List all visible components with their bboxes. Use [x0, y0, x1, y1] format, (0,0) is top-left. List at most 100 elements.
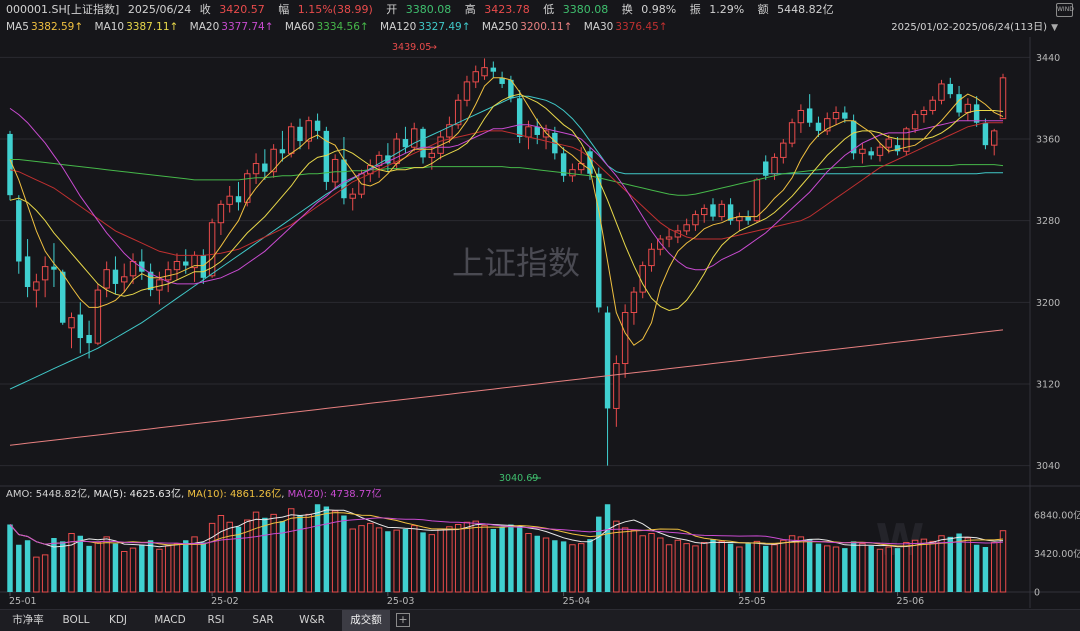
- candle-body: [990, 130, 998, 146]
- volume-bar: [885, 546, 892, 593]
- ma250-label: MA250: [481, 21, 519, 33]
- candle: [692, 210, 699, 231]
- candle-body: [235, 196, 242, 203]
- amo-ma5-label: MA(5):: [93, 489, 127, 500]
- volume-bar: [287, 508, 295, 593]
- candle-body: [24, 256, 31, 288]
- candle: [718, 200, 726, 221]
- close-value: 3420.57: [219, 3, 265, 16]
- candle-body: [630, 291, 638, 314]
- amount-label: 额: [757, 3, 769, 16]
- high-annotation: 3439.05: [392, 42, 431, 53]
- candle: [745, 210, 751, 225]
- volume-bar: [657, 537, 664, 593]
- candle: [463, 75, 471, 107]
- volume-bar: [876, 548, 884, 593]
- volume-bar: [973, 544, 980, 592]
- tab-boll[interactable]: BOLL: [56, 610, 96, 631]
- volume-bar: [842, 548, 848, 592]
- open-value: 3380.08: [405, 3, 452, 16]
- candle: [596, 167, 602, 313]
- candle-body: [596, 173, 602, 308]
- candle-body: [200, 255, 207, 278]
- close-label: 收: [199, 3, 211, 16]
- candle: [41, 256, 49, 298]
- volume-bar: [621, 527, 629, 593]
- change-value: 1.15%(38.99): [297, 3, 373, 16]
- volume-bar: [349, 528, 356, 593]
- volume-bar: [753, 540, 761, 593]
- candle: [999, 73, 1007, 120]
- candle: [938, 79, 945, 105]
- date-tick-label: 25-05: [738, 596, 766, 607]
- wind-logo-icon[interactable]: WIND: [1056, 3, 1074, 17]
- open-label: 开: [386, 3, 398, 16]
- ma30-label: MA30: [583, 21, 614, 33]
- candle: [763, 155, 769, 180]
- volume-bar: [323, 506, 330, 592]
- candle-body: [999, 77, 1007, 120]
- volume-bar: [613, 520, 620, 593]
- ma250-line: [9, 329, 1004, 446]
- volume-bar: [129, 547, 137, 593]
- volume-bar: [139, 544, 145, 592]
- volume-bar: [763, 545, 769, 592]
- amo-value: 5448.82亿: [35, 489, 88, 500]
- volume-ma10-line: [9, 512, 1004, 547]
- candle-body: [121, 276, 128, 283]
- tab-rsi[interactable]: RSI: [200, 610, 232, 631]
- tab-pb[interactable]: 市净率: [2, 610, 54, 631]
- volume-bar: [490, 529, 497, 592]
- volume-bar: [402, 529, 409, 592]
- candle-body: [745, 216, 751, 221]
- volume-bar: [692, 545, 699, 593]
- candle: [621, 304, 629, 378]
- volume-bar: [911, 539, 919, 593]
- volume-bar: [648, 533, 655, 593]
- amo-ma20-value: 4738.77亿: [330, 489, 382, 500]
- candle: [121, 263, 128, 293]
- candle: [60, 269, 66, 325]
- tab-turnover[interactable]: 成交额: [342, 610, 390, 631]
- volume-bar: [314, 504, 321, 592]
- volume-bar: [665, 544, 673, 593]
- tab-kdj[interactable]: KDJ: [100, 610, 136, 631]
- volume-bar: [868, 545, 874, 592]
- volume-bar: [569, 544, 576, 593]
- add-tab-icon[interactable]: +: [396, 613, 410, 627]
- candle-body: [331, 158, 339, 183]
- volume-bar: [226, 521, 233, 593]
- volume-bar: [24, 540, 31, 592]
- kline-chart[interactable]: 上证指数 W 344033603280320031203040 6840.00亿…: [0, 0, 1080, 631]
- volume-bar: [577, 543, 585, 593]
- tab-macd[interactable]: MACD: [148, 610, 192, 631]
- candle: [472, 65, 479, 89]
- indicator-tabs: 市净率 BOLL KDJ MACD RSI SAR W&R 成交额 +: [0, 609, 1080, 631]
- volume-bar: [235, 526, 242, 592]
- volume-bar: [367, 522, 374, 593]
- volume-bar: [385, 531, 391, 592]
- volume-bar: [252, 511, 260, 593]
- volume-bar: [428, 534, 436, 593]
- volume-bar: [542, 537, 550, 593]
- candle: [147, 263, 154, 297]
- volume-bars: [7, 504, 1007, 593]
- candle-body: [665, 236, 673, 240]
- volume-bar: [516, 525, 523, 592]
- candle: [331, 154, 339, 189]
- tab-sar[interactable]: SAR: [246, 610, 280, 631]
- candle: [604, 306, 611, 466]
- candle-body: [780, 142, 787, 158]
- candle: [297, 118, 303, 150]
- tab-wr[interactable]: W&R: [292, 610, 332, 631]
- date-tick-label: 25-04: [563, 596, 591, 607]
- volume-ma20-line: [9, 517, 1004, 545]
- volume-bar: [437, 528, 444, 593]
- candle-body: [454, 99, 462, 126]
- date-range-selector[interactable]: 2025/01/02-2025/06/24(113日) ▼: [891, 19, 1058, 36]
- candle-body: [77, 314, 84, 339]
- candle-body: [894, 145, 901, 152]
- candle-body: [51, 266, 57, 270]
- candle-body: [481, 67, 488, 77]
- volume-bar: [262, 517, 268, 592]
